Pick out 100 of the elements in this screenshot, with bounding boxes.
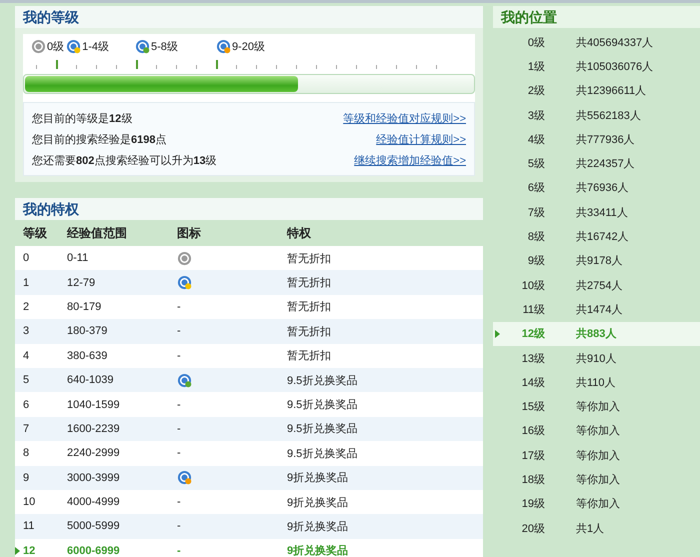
user-count: 等你加入: [576, 497, 620, 512]
table-cell: 暂无折扣: [287, 344, 483, 368]
table-cell: 12-79: [67, 270, 177, 295]
table-cell: 9.5折兑换奖品: [287, 441, 483, 466]
table-cell: 9折兑换奖品: [287, 514, 483, 539]
level-label: 4级: [526, 132, 545, 147]
user-count: 共405694337人: [576, 36, 654, 50]
user-count: 共76936人: [576, 181, 629, 196]
level-label: 6级: [526, 181, 545, 196]
table-cell: 7: [23, 422, 30, 435]
badge-icon: [177, 275, 192, 290]
table-cell: 暂无折扣: [287, 270, 483, 295]
user-count: 共110人: [576, 376, 616, 390]
user-count: 共9178人: [576, 254, 622, 268]
table-cell: 5000-5999: [67, 514, 177, 539]
level-label: 16级: [520, 424, 545, 438]
table-cell: 9.5折兑换奖品: [287, 392, 483, 417]
table-cell: 6: [23, 398, 30, 411]
user-count: 共16742人: [576, 230, 629, 244]
table-cell: 9折兑换奖品: [287, 466, 483, 490]
table-cell: 9.5折兑换奖品: [287, 368, 483, 392]
section-title: 我的特权: [15, 198, 483, 220]
table-cell: 6000-6999: [67, 538, 177, 557]
table-cell: 9.5折兑换奖品: [287, 416, 483, 442]
level-label: 2级: [526, 84, 545, 98]
scale-label: 5-8级: [151, 40, 178, 54]
level-label: 8级: [526, 230, 545, 244]
scale-label: 1-4级: [82, 40, 110, 54]
table-cell: 0: [23, 252, 30, 264]
column-header: 特权: [287, 220, 483, 246]
level-label: 5级: [526, 157, 545, 172]
user-count: 共2754人: [576, 278, 622, 293]
badge-icon: [177, 250, 192, 266]
user-count: 等你加入: [576, 448, 620, 463]
user-count: 共105036076人: [576, 60, 654, 74]
level-label: 20级: [520, 522, 545, 536]
user-count: 共777936人: [576, 132, 635, 147]
column-header: 等级: [15, 220, 67, 246]
badge-icon: [177, 372, 192, 388]
table-cell: -: [177, 300, 181, 313]
user-count: 共12396611人: [576, 84, 646, 98]
table-cell: 5: [23, 374, 30, 386]
user-count: 共883人: [576, 326, 616, 342]
table-cell: 4: [23, 350, 30, 362]
user-count: 共5562183人: [576, 108, 641, 123]
table-cell: 1600-2239: [67, 416, 177, 442]
badge-icon: [135, 38, 150, 54]
table-cell: -: [177, 544, 181, 557]
section-title: 我的等级: [15, 6, 483, 28]
level-label: 14级: [520, 376, 545, 390]
level-label: 10级: [520, 278, 545, 293]
section-title: 我的位置: [493, 6, 700, 28]
level-label: 15级: [520, 400, 545, 414]
badge-icon: [216, 38, 231, 54]
column-header: 经验值范围: [67, 220, 177, 246]
level-label: 11级: [522, 302, 545, 317]
level-label: 12级: [520, 327, 545, 342]
table-cell: 640-1039: [67, 368, 177, 392]
table-cell: -: [177, 422, 181, 435]
table-cell: 3000-3999: [67, 466, 177, 490]
table-cell: -: [177, 447, 181, 460]
table-cell: 暂无折扣: [287, 246, 483, 270]
level-label: 19级: [520, 497, 545, 512]
level-label: 9级: [526, 254, 545, 268]
info-text: 您还需要802点搜索经验可以升为13级: [32, 154, 217, 169]
user-count: 共1474人: [576, 302, 622, 317]
scale-label: 0级: [47, 40, 64, 54]
rule-link[interactable]: 等级和经验值对应规则>>: [343, 109, 466, 130]
rule-link[interactable]: 经验值计算规则>>: [376, 130, 466, 151]
badge-icon: [31, 38, 46, 54]
table-cell: 0-11: [67, 246, 177, 270]
table-cell: -: [177, 398, 181, 411]
user-count: 等你加入: [576, 424, 620, 438]
table-cell: 9折兑换奖品: [287, 490, 483, 514]
table-cell: 180-379: [67, 319, 177, 344]
table-cell: 380-639: [67, 344, 177, 368]
rule-link[interactable]: 继续搜索增加经验值>>: [354, 151, 466, 172]
user-count: 共224357人: [576, 157, 635, 172]
table-cell: 暂无折扣: [287, 294, 483, 320]
table-cell: 11: [23, 520, 34, 532]
user-count: 共910人: [576, 352, 616, 366]
user-count: 共1人: [576, 522, 604, 536]
table-cell: 12: [23, 544, 36, 557]
table-cell: 2240-2999: [67, 441, 177, 466]
pointer-icon: [495, 330, 500, 338]
level-label: 0级: [526, 36, 545, 50]
level-label: 13级: [520, 352, 545, 366]
table-cell: -: [177, 496, 181, 508]
table-cell: 4000-4999: [67, 490, 177, 514]
user-count: 等你加入: [576, 400, 620, 414]
table-cell: -: [177, 325, 181, 338]
table-cell: -: [177, 520, 181, 532]
table-cell: -: [177, 350, 181, 362]
user-count: 共33411人: [576, 206, 628, 220]
level-label: 3级: [526, 108, 545, 123]
table-cell: 8: [23, 447, 30, 460]
badge-icon: [66, 38, 82, 54]
table-cell: 1040-1599: [67, 392, 177, 417]
table-cell: 9: [23, 472, 30, 484]
pointer-icon: [15, 546, 20, 555]
